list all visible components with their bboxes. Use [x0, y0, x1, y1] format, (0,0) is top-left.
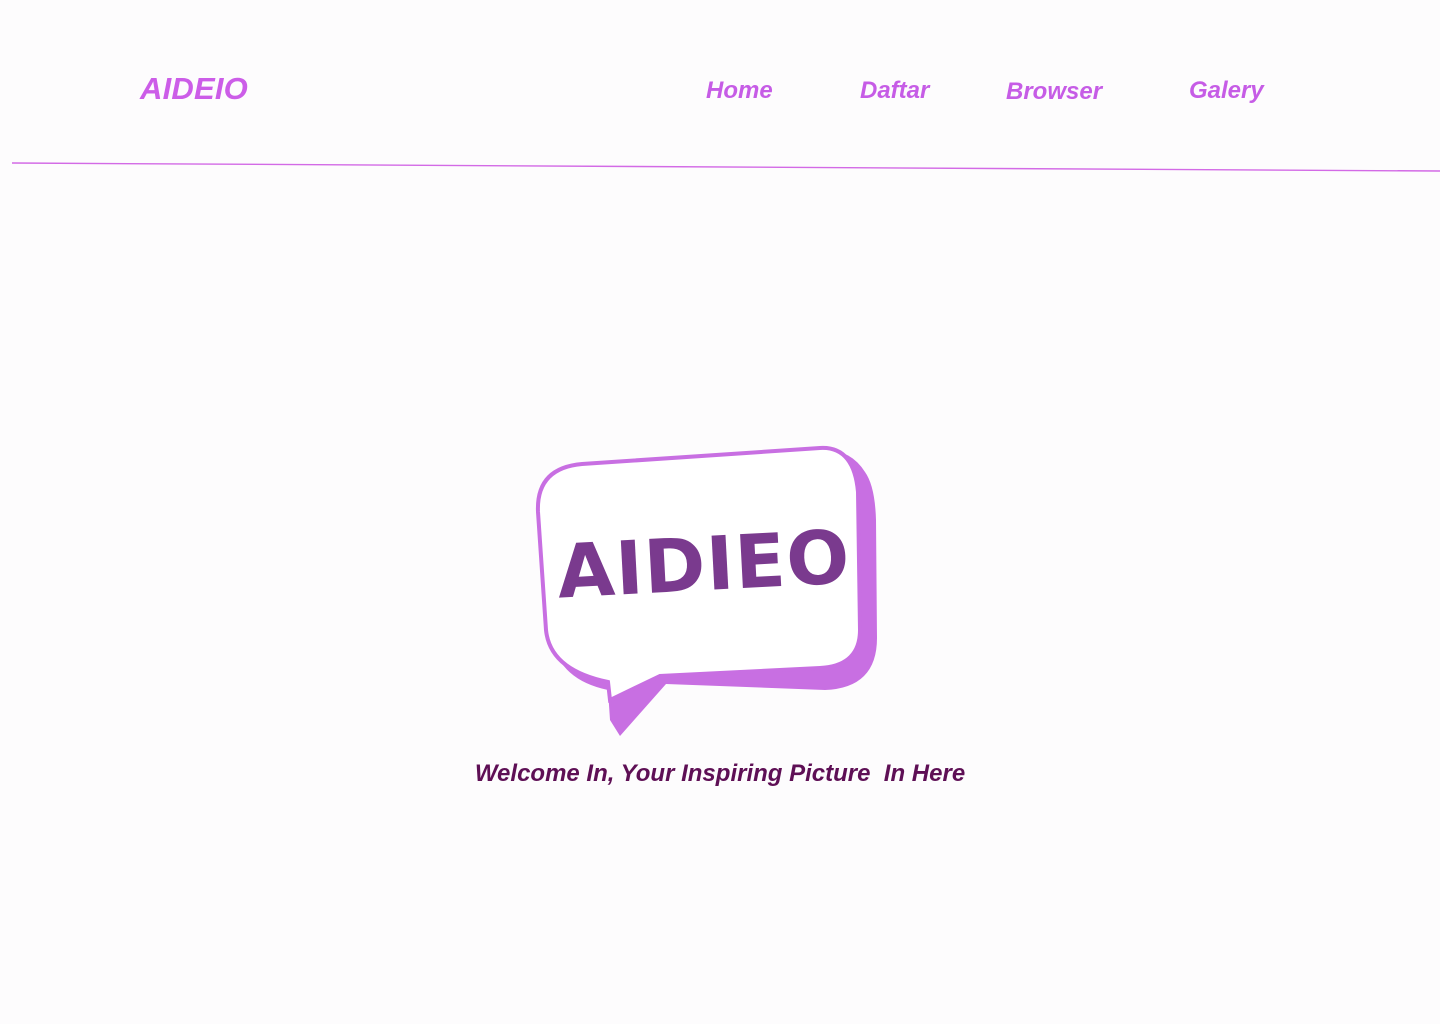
- brand-logo-text[interactable]: AIDEIO: [140, 70, 248, 108]
- logo-word: AIDIEO: [555, 514, 852, 615]
- header-divider: [12, 162, 1440, 174]
- nav-link-galery[interactable]: Galery: [1189, 76, 1264, 106]
- welcome-message: Welcome In, Your Inspiring Picture In He…: [474, 760, 966, 787]
- speech-bubble-logo: AIDIEO: [520, 430, 900, 750]
- nav-link-browser[interactable]: Browser: [1006, 77, 1102, 107]
- nav-link-daftar[interactable]: Daftar: [860, 76, 929, 106]
- nav-link-home[interactable]: Home: [706, 76, 773, 106]
